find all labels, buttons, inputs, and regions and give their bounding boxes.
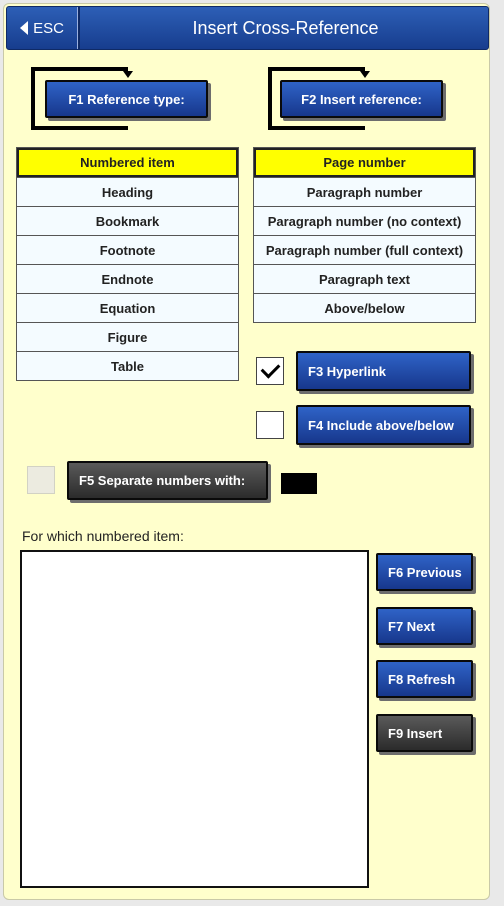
insert-reference-item[interactable]: Paragraph number: [254, 177, 475, 206]
reference-type-item[interactable]: Numbered item: [17, 148, 238, 177]
insert-reference-list: Page number Paragraph number Paragraph n…: [253, 147, 476, 323]
numbered-item-label: For which numbered item:: [22, 528, 184, 544]
f2-insert-reference-button[interactable]: F2 Insert reference:: [280, 80, 443, 118]
f5-separate-numbers-button[interactable]: F5 Separate numbers with:: [67, 461, 268, 500]
reference-type-item[interactable]: Heading: [17, 177, 238, 206]
insert-reference-item[interactable]: Paragraph text: [254, 264, 475, 293]
insert-reference-item[interactable]: Paragraph number (full context): [254, 235, 475, 264]
reference-type-item[interactable]: Footnote: [17, 235, 238, 264]
insert-reference-item[interactable]: Paragraph number (no context): [254, 206, 475, 235]
insert-reference-item[interactable]: Above/below: [254, 293, 475, 322]
dialog-title: Insert Cross-Reference: [192, 17, 379, 38]
f8-refresh-button[interactable]: F8 Refresh: [376, 660, 473, 698]
back-arrow-icon: [20, 21, 29, 35]
numbered-item-list[interactable]: [20, 550, 369, 888]
checkmark-icon: [260, 358, 280, 379]
esc-button[interactable]: ESC: [7, 7, 78, 49]
reference-type-item[interactable]: Equation: [17, 293, 238, 322]
f3-hyperlink-button[interactable]: F3 Hyperlink: [296, 351, 471, 391]
reference-type-item[interactable]: Bookmark: [17, 206, 238, 235]
reference-type-list: Numbered item Heading Bookmark Footnote …: [16, 147, 239, 381]
f6-previous-button[interactable]: F6 Previous: [376, 553, 473, 591]
f1-reference-type-button[interactable]: F1 Reference type:: [45, 80, 208, 118]
reference-type-item[interactable]: Figure: [17, 322, 238, 351]
hyperlink-checkbox[interactable]: [256, 357, 284, 385]
title-bar: ESC Insert Cross-Reference: [6, 6, 489, 50]
reference-type-item[interactable]: Table: [17, 351, 238, 380]
f7-next-button[interactable]: F7 Next: [376, 607, 473, 645]
include-above-below-checkbox[interactable]: [256, 411, 284, 439]
reference-type-item[interactable]: Endnote: [17, 264, 238, 293]
f4-include-above-below-button[interactable]: F4 Include above/below: [296, 405, 471, 445]
insert-reference-item[interactable]: Page number: [254, 148, 475, 177]
separate-numbers-checkbox[interactable]: [27, 466, 55, 494]
separator-field[interactable]: [281, 473, 317, 494]
f9-insert-button[interactable]: F9 Insert: [376, 714, 473, 752]
esc-label: ESC: [33, 19, 64, 37]
